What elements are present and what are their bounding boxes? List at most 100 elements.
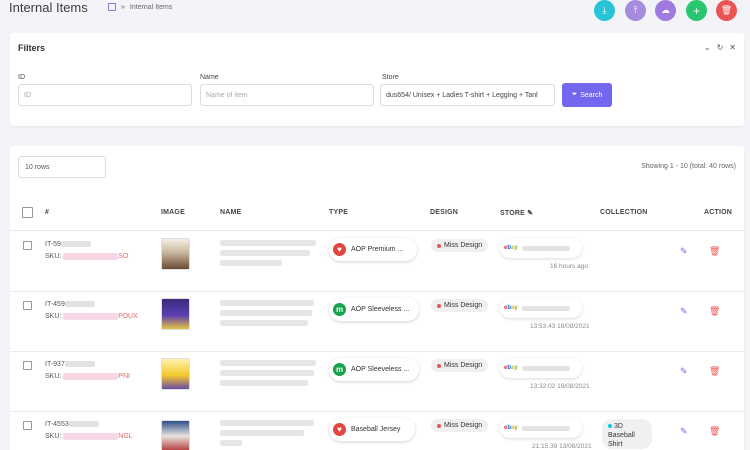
refresh-icon[interactable]: ↻ [717, 43, 724, 52]
brand-m-icon: m [333, 363, 346, 376]
updated-time: 16 hours ago [550, 263, 588, 270]
sku-label: SKU: [45, 253, 62, 260]
id-input[interactable]: ID [18, 84, 192, 106]
store-pill: ebay [500, 298, 582, 318]
item-name-redacted [220, 300, 318, 330]
store-name-redacted [521, 245, 570, 251]
item-id-prefix: IT-937 [45, 361, 65, 368]
breadcrumb-separator: » [121, 3, 125, 11]
row-checkbox[interactable] [23, 361, 32, 370]
type-pill: ♥ Baseball Jersey [329, 418, 415, 441]
cloud-upload-icon: ☁ [661, 5, 670, 15]
item-id: IT-937 SKU: PNI [45, 359, 130, 383]
collection-label: 3D Baseball Shirt [608, 423, 635, 448]
store-name-redacted [521, 365, 570, 371]
table-row: IT-459 SKU: PDUX m AOP Sleeveless ... Mi… [10, 292, 744, 352]
type-label: AOP Sleeveless ... [351, 306, 410, 313]
sku-redacted [63, 252, 119, 260]
edit-icon[interactable]: ✎ [680, 426, 688, 437]
edit-icon[interactable]: ✎ [680, 366, 688, 377]
column-action: ACTION [704, 209, 733, 216]
collection-badge: 3D Baseball Shirt [602, 419, 652, 449]
status-dot-icon [437, 363, 441, 368]
sku-tail: PDUX [118, 313, 138, 320]
store-pill: ebay [500, 238, 582, 258]
type-label: AOP Premium ... [351, 246, 404, 253]
item-thumbnail[interactable] [161, 420, 190, 450]
item-id-prefix: IT-459 [45, 301, 65, 308]
sku-label: SKU: [45, 433, 62, 440]
delete-button[interactable]: 🗑 [716, 0, 737, 21]
items-table-card: 10 rows Showing 1 - 10 (total: 40 rows) … [10, 146, 744, 450]
design-status-badge: Miss Design [431, 299, 489, 312]
item-id-prefix: IT-59 [45, 241, 61, 248]
id-redacted [64, 361, 95, 368]
name-input[interactable]: Name of item [200, 84, 374, 106]
column-store-label: STORE [500, 210, 525, 217]
breadcrumb-current: Internal Items [129, 3, 173, 11]
item-id-prefix: IT-4553 [45, 421, 69, 428]
design-status-badge: Miss Design [431, 419, 489, 432]
select-all-checkbox[interactable] [22, 207, 33, 218]
column-num: # [45, 209, 50, 216]
row-checkbox[interactable] [23, 241, 32, 250]
delete-icon[interactable]: 🗑 [709, 306, 720, 317]
add-button[interactable]: + [686, 0, 707, 21]
chevron-down-icon[interactable]: ⌄ [704, 43, 711, 52]
delete-icon[interactable]: 🗑 [709, 246, 720, 257]
status-dot-icon [437, 303, 441, 308]
item-thumbnail[interactable] [161, 298, 190, 330]
column-design: DESIGN [430, 209, 459, 216]
table-row: IT-4553 SKU: NGL ♥ Baseball Jersey Miss … [10, 412, 744, 450]
filters-card: Filters ⌄ ↻ ✕ ID ID Name Name of item St… [10, 33, 744, 126]
type-label: Baseball Jersey [351, 426, 401, 433]
store-name-redacted [521, 305, 570, 311]
upload-icon: ⤒ [633, 5, 638, 15]
item-thumbnail[interactable] [161, 238, 190, 270]
item-name-redacted [220, 420, 318, 450]
search-button-label: Search [580, 91, 603, 99]
filter-icon: ⏷ [571, 91, 578, 98]
item-id: IT-4553 SKU: NGL [45, 419, 133, 443]
edit-icon[interactable]: ✎ [680, 246, 688, 257]
collection-dot-icon [608, 424, 612, 429]
heart-icon: ♥ [333, 243, 346, 256]
delete-icon[interactable]: 🗑 [709, 366, 720, 377]
item-thumbnail[interactable] [161, 358, 190, 390]
updated-time: 21:15:39 13/08/2021 [532, 443, 592, 450]
close-icon[interactable]: ✕ [729, 43, 736, 52]
heart-icon: ♥ [333, 423, 346, 436]
card-tools: ⌄ ↻ ✕ [704, 43, 736, 52]
plus-icon: + [692, 3, 700, 18]
sku-redacted [63, 372, 119, 380]
column-image: IMAGE [161, 209, 185, 216]
showing-count: Showing 1 - 10 (total: 40 rows) [641, 163, 736, 170]
upload-button[interactable]: ⤒ [625, 0, 646, 21]
column-collection: COLLECTION [600, 209, 648, 216]
delete-icon[interactable]: 🗑 [709, 426, 720, 437]
ebay-logo-icon: ebay [504, 305, 518, 311]
breadcrumb: » Internal Items [108, 3, 172, 11]
sku-redacted [63, 312, 119, 320]
rows-per-page-select[interactable]: 10 rows [18, 156, 106, 178]
status-dot-icon [437, 243, 441, 248]
row-checkbox[interactable] [23, 301, 32, 310]
edit-icon[interactable]: ✎ [680, 306, 688, 317]
design-status-label: Miss Design [444, 242, 483, 249]
home-icon[interactable] [108, 3, 116, 11]
store-select[interactable]: dus654/ Unisex + Ladies T-shirt + Leggin… [380, 84, 555, 106]
updated-time: 13:53:43 18/08/2021 [530, 323, 590, 330]
item-name-redacted [220, 240, 318, 270]
id-redacted [64, 301, 95, 308]
design-status-label: Miss Design [444, 362, 483, 369]
edit-icon[interactable]: ✎ [527, 210, 533, 217]
row-checkbox[interactable] [23, 421, 32, 430]
search-button[interactable]: ⏷ Search [562, 83, 612, 107]
trash-icon: 🗑 [720, 5, 733, 15]
cloud-upload-button[interactable]: ☁ [655, 0, 676, 21]
item-id: IT-459 SKU: PDUX [45, 299, 138, 323]
ebay-logo-icon: ebay [504, 425, 518, 431]
download-button[interactable]: ⤓ [594, 0, 615, 21]
item-name-redacted [220, 360, 318, 390]
type-label: AOP Sleeveless ... [351, 366, 410, 373]
